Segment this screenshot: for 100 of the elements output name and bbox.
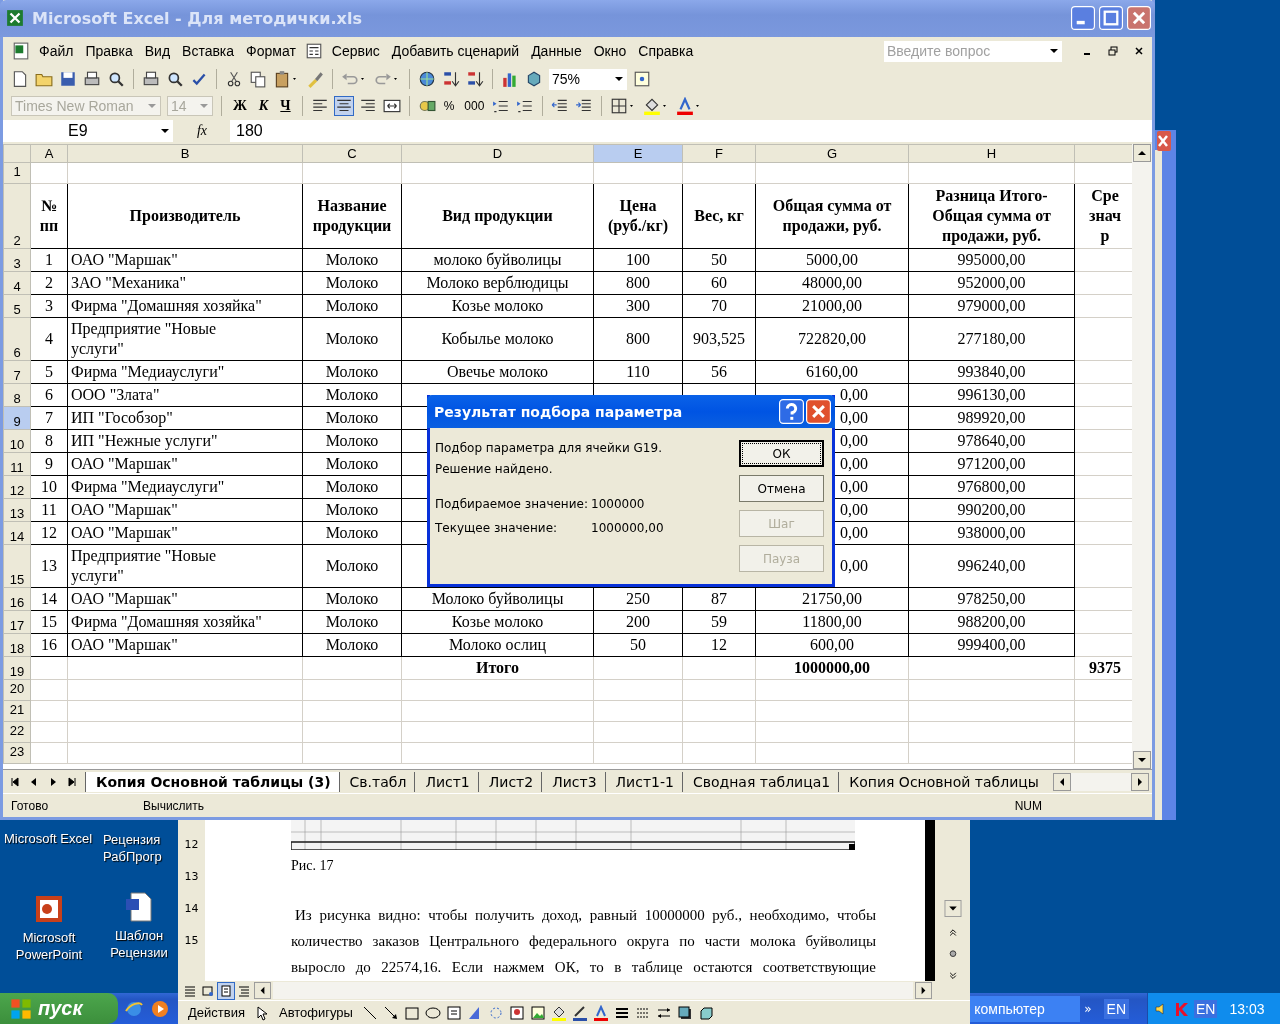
row-header[interactable]: 8 <box>3 383 31 407</box>
fill-color-icon[interactable] <box>643 97 662 116</box>
scroll-up-button[interactable] <box>1132 143 1152 162</box>
help-button[interactable] <box>779 399 804 424</box>
desktop-icon-label[interactable]: Microsoft PowerPoint <box>4 929 94 963</box>
3d-icon[interactable] <box>697 1004 714 1021</box>
menu-item[interactable]: Файл <box>33 43 80 60</box>
page-view-icon[interactable] <box>218 982 234 999</box>
row-header[interactable]: 20 <box>3 679 31 701</box>
row-header[interactable]: 19 <box>3 656 31 680</box>
scroll-right-button[interactable] <box>915 982 932 999</box>
close-button[interactable] <box>806 399 831 424</box>
fill-color-icon[interactable] <box>550 1004 567 1021</box>
dialog-button[interactable]: ОК <box>739 440 824 467</box>
vertical-scrollbar[interactable] <box>1132 143 1152 770</box>
scroll-down-button[interactable] <box>1132 751 1152 770</box>
line-icon[interactable] <box>361 1004 378 1021</box>
paste-icon[interactable] <box>273 70 291 89</box>
text-box-icon[interactable] <box>445 1004 462 1021</box>
insert-function-button[interactable]: fx <box>174 119 230 142</box>
language-indicator[interactable]: EN <box>1103 998 1129 1019</box>
restore-icon[interactable] <box>1107 45 1119 58</box>
row-header[interactable]: 9 <box>3 406 31 430</box>
row-header[interactable]: 16 <box>3 587 31 611</box>
chart-icon[interactable] <box>501 70 519 89</box>
menu-item[interactable]: Справка <box>632 43 700 60</box>
dialog-button[interactable]: Отмена <box>739 475 824 502</box>
print-preview-icon[interactable] <box>166 70 184 89</box>
language-indicator[interactable]: EN <box>1194 999 1218 1018</box>
row-header[interactable]: 5 <box>3 294 31 318</box>
zoom-dropdown[interactable]: 75% <box>549 68 627 90</box>
row-header[interactable]: 17 <box>3 610 31 634</box>
menu-item[interactable]: Данные <box>525 43 588 60</box>
cut-icon[interactable] <box>225 70 243 89</box>
new-document-icon[interactable] <box>11 70 29 89</box>
copy-icon[interactable] <box>249 70 267 89</box>
formula-bar[interactable]: 180 <box>230 121 1152 140</box>
scroll-right-button[interactable] <box>1130 772 1149 791</box>
column-header[interactable]: C <box>302 144 402 163</box>
desktop-icon-label[interactable]: Microsoft Excel <box>4 831 93 846</box>
desktop-icon-label[interactable]: Шаблон Рецензии <box>100 927 178 961</box>
globe-icon[interactable] <box>418 70 436 89</box>
number-format-button[interactable]: % <box>441 99 457 114</box>
row-header[interactable]: 15 <box>3 544 31 588</box>
menu-item[interactable]: Формат <box>240 43 302 60</box>
calculator-icon[interactable] <box>304 42 323 61</box>
close-button[interactable] <box>1127 6 1151 31</box>
row-header[interactable]: 1 <box>3 162 31 184</box>
row-header[interactable]: 21 <box>3 700 31 722</box>
oval-icon[interactable] <box>424 1004 441 1021</box>
row-header[interactable]: 6 <box>3 317 31 361</box>
clip-art-icon[interactable] <box>508 1004 525 1021</box>
number-format-button[interactable]: 000 <box>462 99 487 114</box>
taskbar-button[interactable]: компьютер <box>970 995 1081 1022</box>
menu-item[interactable]: Добавить сценарий <box>385 43 526 60</box>
column-header[interactable]: A <box>30 144 68 163</box>
row-header[interactable]: 7 <box>3 360 31 384</box>
row-header[interactable]: 11 <box>3 452 31 476</box>
last-sheet-icon[interactable] <box>66 775 78 788</box>
column-header[interactable]: E <box>593 144 683 163</box>
font-color-icon[interactable] <box>676 97 695 116</box>
column-header[interactable]: G <box>755 144 909 163</box>
format-painter-icon[interactable] <box>306 70 324 89</box>
row-header[interactable]: 2 <box>3 183 31 249</box>
text-style-button[interactable]: К <box>255 98 272 115</box>
menu-item[interactable]: Сервис <box>325 43 386 60</box>
help-search-field[interactable]: Введите вопрос <box>884 40 1062 62</box>
desktop-icon-label[interactable]: Рецензия РабПрогр <box>103 831 175 865</box>
scroll-left-button[interactable] <box>254 982 271 999</box>
sort-ascending-icon[interactable] <box>442 70 460 89</box>
row-header[interactable]: 10 <box>3 429 31 453</box>
row-header[interactable]: 13 <box>3 498 31 522</box>
search-file-icon[interactable] <box>107 70 125 89</box>
picture-icon[interactable] <box>529 1004 546 1021</box>
menu-item[interactable]: Правка <box>79 43 139 60</box>
line-color-icon[interactable] <box>571 1004 588 1021</box>
font-color-icon[interactable] <box>592 1004 609 1021</box>
autoshapes-menu[interactable]: Автофигуры <box>274 1005 357 1020</box>
first-sheet-icon[interactable] <box>9 775 21 788</box>
align-center-icon[interactable] <box>334 97 353 116</box>
text-style-button[interactable]: Ч <box>277 98 294 115</box>
row-header[interactable]: 12 <box>3 475 31 499</box>
text-style-button[interactable]: Ж <box>230 98 250 115</box>
start-button[interactable]: пуск <box>0 993 118 1024</box>
actions-menu[interactable]: Действия <box>184 1005 249 1020</box>
row-header[interactable]: 3 <box>3 248 31 272</box>
workbook-icon[interactable] <box>12 42 30 61</box>
column-header[interactable]: D <box>401 144 594 163</box>
column-header[interactable]: F <box>682 144 756 163</box>
presentation-app-icon[interactable] <box>33 893 65 925</box>
menu-item[interactable]: Вид <box>138 43 177 60</box>
document-icon[interactable] <box>123 891 155 923</box>
row-header[interactable]: 14 <box>3 521 31 545</box>
maximize-button[interactable] <box>1099 6 1123 31</box>
menu-item[interactable]: Окно <box>587 43 633 60</box>
rectangle-icon[interactable] <box>403 1004 420 1021</box>
media-player-icon[interactable] <box>150 998 170 1019</box>
menu-item[interactable]: Вставка <box>176 43 241 60</box>
shadow-icon[interactable] <box>676 1004 693 1021</box>
column-header[interactable]: H <box>908 144 1075 163</box>
